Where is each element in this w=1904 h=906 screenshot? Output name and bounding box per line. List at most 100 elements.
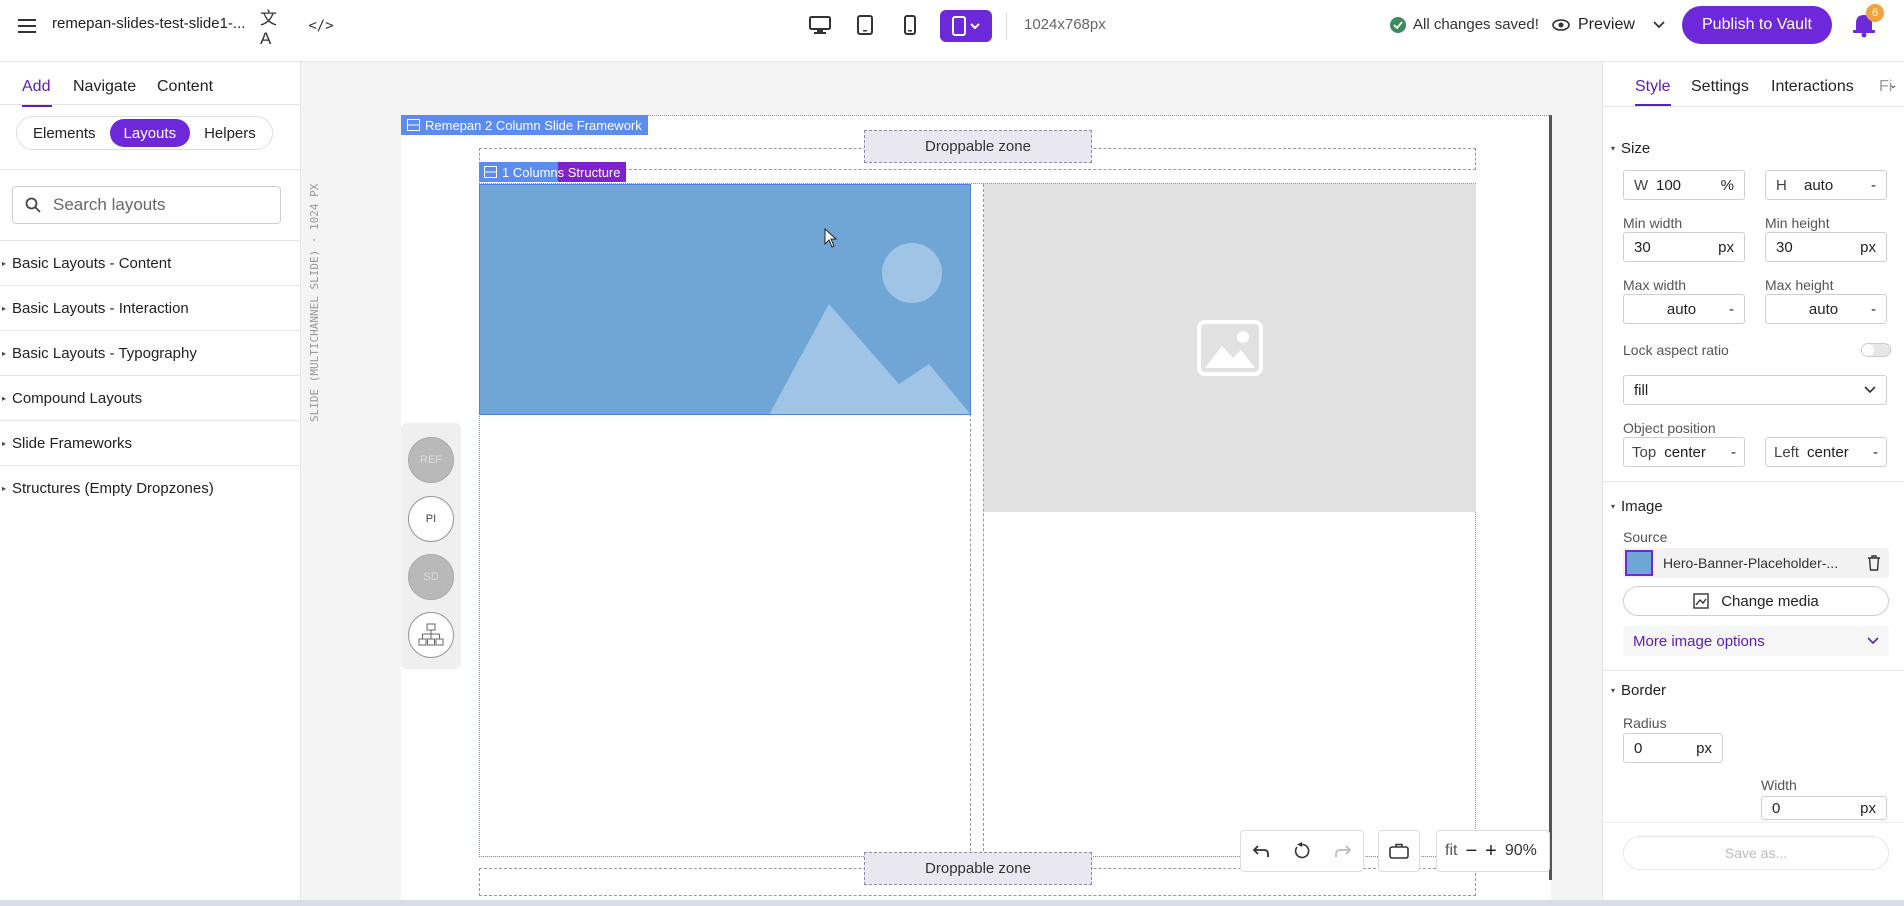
min-height-input[interactable]: 30 px [1765, 232, 1887, 262]
translate-icon[interactable]: 文A [260, 9, 286, 48]
object-position-label: Object position [1623, 420, 1716, 436]
caret-right-icon: ▸ [2, 348, 7, 358]
change-media-button[interactable]: Change media [1623, 586, 1889, 616]
tab-interactions[interactable]: Interactions [1771, 78, 1854, 96]
radius-input[interactable]: 0 px [1623, 733, 1723, 763]
chevron-down-icon [1864, 386, 1876, 394]
max-width-input[interactable]: auto - [1623, 294, 1745, 324]
check-circle-icon [1390, 17, 1406, 33]
caret-right-icon: ▸ [2, 393, 7, 403]
mouse-cursor-icon [824, 228, 838, 248]
category-compound-layouts[interactable]: ▸ Compound Layouts [0, 376, 301, 421]
preview-button[interactable]: Preview [1552, 12, 1665, 38]
zoom-out-button[interactable]: − [1465, 840, 1477, 863]
category-slide-frameworks[interactable]: ▸ Slide Frameworks [0, 421, 301, 466]
max-width-label: Max width [1623, 277, 1687, 293]
structure-label[interactable]: 1 Column s Structure [479, 162, 626, 182]
image-placeholder[interactable] [984, 184, 1476, 512]
border-section-header[interactable]: ▾ Border [1611, 682, 1666, 699]
min-height-label: Min height [1765, 215, 1830, 231]
properties-panel: Style Settings Interactions Fi ⌄ ▾ Size W… [1602, 62, 1904, 906]
reset-icon[interactable] [1293, 842, 1311, 860]
slide-size-label: 1024x768px [1024, 16, 1106, 33]
height-input[interactable]: Hauto - [1765, 170, 1887, 200]
divider [0, 169, 301, 170]
layout-icon [484, 166, 497, 178]
hamburger-menu-icon[interactable] [14, 13, 40, 39]
tab-add[interactable]: Add [22, 78, 50, 96]
caret-down-icon: ▾ [1611, 502, 1616, 511]
image-section-header[interactable]: ▾ Image [1611, 498, 1663, 515]
tab-settings[interactable]: Settings [1691, 78, 1749, 96]
zoom-fit-button[interactable]: fit [1445, 842, 1457, 860]
save-as-button[interactable]: Save as... [1623, 836, 1889, 870]
selected-hero-image[interactable] [479, 184, 971, 415]
category-structures[interactable]: ▸ Structures (Empty Dropzones) [0, 466, 301, 511]
min-width-input[interactable]: 30 px [1623, 232, 1745, 262]
category-basic-layouts-typography[interactable]: ▸ Basic Layouts - Typography [0, 331, 301, 376]
segment-helpers[interactable]: Helpers [190, 119, 270, 147]
history-controls [1240, 830, 1364, 872]
segment-layouts[interactable]: Layouts [109, 119, 191, 147]
caret-right-icon: ▸ [2, 303, 7, 313]
bottom-strip [0, 900, 1904, 906]
lock-aspect-toggle[interactable] [1861, 343, 1891, 357]
undo-icon[interactable] [1252, 844, 1270, 858]
category-basic-layouts-interaction[interactable]: ▸ Basic Layouts - Interaction [0, 286, 301, 331]
active-tab-indicator [22, 105, 52, 107]
sd-button[interactable]: SD [408, 554, 454, 600]
divider [1603, 822, 1904, 823]
object-fit-select[interactable]: fill [1623, 375, 1887, 405]
tablet-device-icon[interactable] [851, 12, 879, 38]
zoom-in-button[interactable]: + [1485, 840, 1497, 863]
caret-right-icon: ▸ [2, 258, 7, 268]
droppable-zone-bottom[interactable]: Droppable zone [864, 852, 1092, 885]
layout-icon [407, 119, 420, 131]
image-icon [1197, 320, 1263, 376]
more-image-options[interactable]: More image options [1623, 626, 1889, 656]
left-panel: Add Navigate Content Elements Layouts He… [0, 62, 301, 906]
file-name[interactable]: remepan-slides-test-slide1-... [52, 15, 245, 32]
save-status: All changes saved! [1413, 16, 1539, 33]
search-input[interactable]: Search layouts [12, 186, 281, 224]
border-width-label: Width [1761, 777, 1797, 793]
notification-badge: 6 [1866, 4, 1884, 22]
border-width-input[interactable]: 0 px [1761, 796, 1887, 820]
zoom-level: 90% [1504, 842, 1537, 859]
publish-button[interactable]: Publish to Vault [1682, 6, 1832, 44]
source-field[interactable]: Hero-Banner-Placeholder-... [1623, 548, 1889, 578]
position-left-input[interactable]: Left center - [1765, 437, 1887, 467]
briefcase-button[interactable] [1378, 830, 1420, 872]
framework-label[interactable]: Remepan 2 Column Slide Framework [401, 115, 648, 135]
caret-right-icon: ▸ [2, 484, 7, 493]
sitemap-button[interactable] [408, 612, 454, 658]
selection-outline [479, 184, 971, 415]
redo-icon[interactable] [1334, 844, 1352, 858]
custom-device-dropdown[interactable] [940, 10, 992, 42]
segment-elements[interactable]: Elements [19, 119, 110, 147]
width-input[interactable]: W 100% [1623, 170, 1745, 200]
radius-label: Radius [1623, 715, 1667, 731]
code-view-icon[interactable]: </> [308, 13, 334, 39]
size-section-header[interactable]: ▾ Size [1611, 140, 1650, 157]
droppable-zone-top[interactable]: Droppable zone [864, 130, 1092, 163]
device-icon [952, 16, 966, 36]
tab-content[interactable]: Content [157, 78, 213, 96]
divider [1006, 12, 1007, 40]
tab-navigate[interactable]: Navigate [73, 78, 136, 96]
category-basic-layouts-content[interactable]: ▸ Basic Layouts - Content [0, 241, 301, 286]
lock-aspect-label: Lock aspect ratio [1623, 342, 1729, 358]
zoom-controls: fit − + 90% [1436, 830, 1550, 872]
chevron-down-icon [970, 23, 980, 30]
more-tabs-icon[interactable]: ⌄ [1889, 80, 1897, 91]
tab-style[interactable]: Style [1635, 78, 1671, 96]
image-thumbnail [1625, 550, 1653, 576]
max-height-input[interactable]: auto - [1765, 294, 1887, 324]
divider [0, 104, 301, 105]
ref-button[interactable]: REF [408, 437, 454, 483]
position-top-input[interactable]: Top center - [1623, 437, 1745, 467]
pi-button[interactable]: PI [408, 496, 454, 542]
desktop-device-icon[interactable] [806, 12, 834, 38]
mobile-device-icon[interactable] [896, 12, 924, 38]
divider [1603, 106, 1904, 107]
